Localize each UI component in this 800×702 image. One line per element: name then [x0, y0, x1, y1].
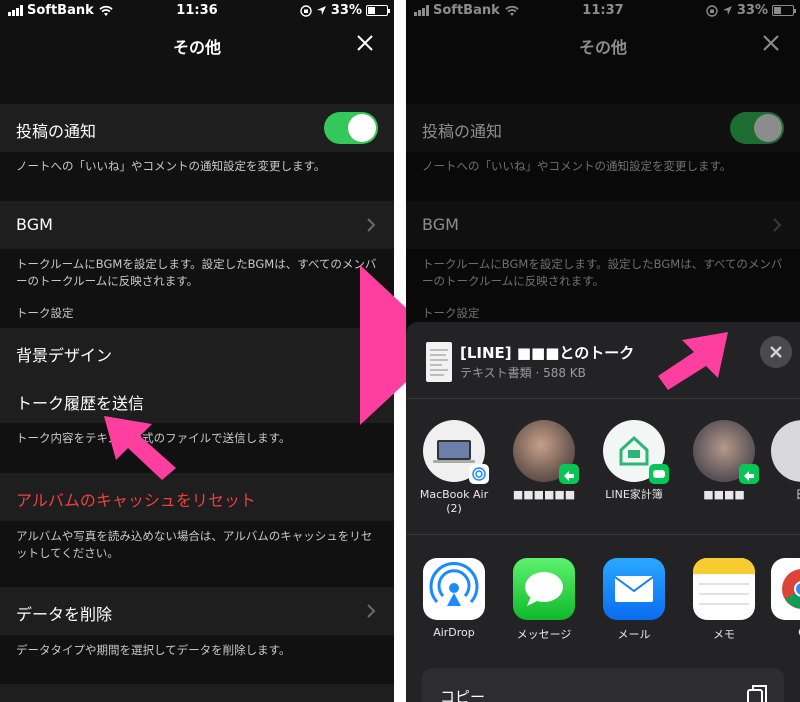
macbook-avatar — [423, 420, 489, 484]
next-row — [0, 684, 394, 702]
share-target-line-kakeibo[interactable]: LINE家計簿 — [598, 420, 670, 502]
close-icon[interactable] — [354, 32, 376, 54]
app-notes[interactable]: メモ — [688, 558, 760, 642]
reset-album-cache-note: アルバムや写真を読み込めない場合は、アルバムのキャッシュをリセットしてください。 — [16, 529, 373, 560]
status-bar: SoftBank 11:36 33% — [0, 0, 394, 22]
page-title: その他 — [578, 38, 627, 57]
divider — [406, 398, 800, 399]
bgm-row[interactable]: BGM — [406, 201, 800, 249]
share-target-label: LINE家計簿 — [605, 488, 663, 501]
app-messages[interactable]: メッセージ — [508, 558, 580, 642]
pointer-arrow-icon — [658, 332, 728, 390]
messages-icon — [513, 558, 575, 620]
document-subtitle: テキスト書類 · 588 KB — [460, 366, 586, 380]
app-label: メール — [617, 628, 651, 641]
post-notification-toggle[interactable] — [730, 112, 784, 144]
post-notification-note: ノートへの「いいね」やコメントの通知設定を変更します。 — [16, 159, 326, 173]
bgm-note: トークルームにBGMを設定します。設定したBGMは、すべてのメンバーのトークルー… — [16, 257, 377, 288]
divider — [406, 534, 800, 535]
nav-bar: その他 — [0, 22, 394, 66]
reset-album-cache-label: アルバムのキャッシュをリセット — [16, 491, 256, 510]
chevron-right-icon — [367, 218, 376, 232]
pointer-arrow-icon — [104, 416, 176, 480]
share-target-macbook[interactable]: MacBook Air (2) — [418, 420, 490, 516]
copy-icon — [747, 685, 767, 702]
app-chrome[interactable]: C — [766, 558, 800, 639]
app-airdrop[interactable]: AirDrop — [418, 558, 490, 639]
lock-rotation-icon — [300, 4, 312, 17]
talk-settings-header: トーク設定 — [422, 306, 480, 320]
background-design-row[interactable]: 背景デザイン — [16, 342, 112, 366]
delete-data-row[interactable]: データを削除 — [0, 587, 394, 635]
post-notification-row: 投稿の通知 — [406, 104, 800, 152]
talk-settings-group: 背景デザイン トーク履歴を送信 — [0, 328, 394, 423]
bgm-label: BGM — [16, 215, 53, 234]
battery-icon — [366, 5, 390, 16]
send-history-note: トーク内容をテキスト形式のファイルで送信します。 — [16, 431, 291, 445]
share-target-contact[interactable]: 田 — [766, 420, 800, 502]
battery-percent: 33% — [736, 3, 768, 18]
line-badge-icon — [649, 464, 669, 484]
post-notification-row: 投稿の通知 — [0, 104, 394, 152]
bgm-row[interactable]: BGM — [0, 201, 394, 249]
location-icon — [722, 6, 732, 15]
airdrop-icon — [423, 558, 485, 620]
line-badge-icon — [559, 464, 579, 484]
page-title: その他 — [172, 38, 221, 57]
airdrop-badge-icon — [469, 464, 489, 484]
line-kakeibo-avatar — [603, 420, 669, 484]
battery-icon — [772, 5, 796, 16]
status-right: 33% — [706, 3, 796, 18]
post-notification-label: 投稿の通知 — [422, 122, 503, 141]
app-label: AirDrop — [433, 626, 475, 639]
app-label: メッセージ — [516, 628, 572, 641]
battery-percent: 33% — [330, 3, 362, 18]
line-badge-icon — [739, 464, 759, 484]
post-notification-toggle[interactable] — [324, 112, 378, 144]
share-target-label: ■■■■■■ — [512, 488, 576, 501]
share-target-contact[interactable]: ■■■■■■ — [508, 420, 580, 502]
close-icon — [770, 346, 782, 358]
bgm-label: BGM — [422, 215, 459, 234]
contact-avatar — [513, 420, 579, 484]
nav-bar: その他 — [406, 22, 800, 66]
post-notification-note: ノートへの「いいね」やコメントの通知設定を変更します。 — [422, 159, 732, 173]
mail-icon — [603, 558, 665, 620]
notes-icon — [693, 558, 755, 620]
chrome-icon — [771, 558, 800, 620]
share-target-label: MacBook Air (2) — [419, 488, 489, 515]
share-target-label: ■■■■ — [703, 488, 745, 501]
app-label: C — [766, 626, 800, 639]
share-sheet: [LINE] ■■■とのトーク テキスト書類 · 588 KB MacBook … — [406, 322, 800, 702]
document-thumbnail — [426, 342, 452, 382]
chevron-right-icon — [773, 218, 782, 232]
chevron-right-icon — [367, 604, 376, 618]
document-title: [LINE] ■■■とのトーク — [460, 344, 635, 362]
delete-data-note: データタイプや期間を選択してデータを削除します。 — [16, 643, 291, 657]
settings-screen-before: SoftBank 11:36 33% その他 投稿の通知 ノートへの「いいね」や… — [0, 0, 394, 702]
copy-action[interactable]: コピー — [422, 668, 784, 702]
document-icon — [430, 349, 448, 376]
share-sheet-screen: SoftBank 11:37 33% その他 投稿の通知 ノートへの「いいね」や… — [406, 0, 800, 702]
status-bar: SoftBank 11:37 33% — [406, 0, 800, 22]
toggle-knob — [754, 114, 782, 142]
contact-avatar — [693, 420, 759, 484]
share-target-label: 田 — [766, 488, 800, 502]
post-notification-label: 投稿の通知 — [16, 122, 97, 141]
delete-data-label: データを削除 — [16, 605, 113, 624]
close-icon[interactable] — [760, 32, 782, 54]
bgm-note: トークルームにBGMを設定します。設定したBGMは、すべてのメンバーのトークルー… — [422, 257, 783, 288]
talk-settings-header: トーク設定 — [16, 306, 74, 320]
share-target-contact[interactable]: ■■■■ — [688, 420, 760, 502]
status-right: 33% — [300, 3, 390, 18]
copy-label: コピー — [440, 688, 486, 702]
toggle-knob — [348, 114, 376, 142]
reset-album-cache-row[interactable]: アルバムのキャッシュをリセット — [0, 473, 394, 521]
location-icon — [316, 6, 326, 15]
share-close-button[interactable] — [760, 336, 792, 368]
app-mail[interactable]: メール — [598, 558, 670, 642]
lock-rotation-icon — [706, 4, 718, 17]
app-label: メモ — [713, 628, 735, 641]
contact-avatar — [771, 420, 800, 482]
